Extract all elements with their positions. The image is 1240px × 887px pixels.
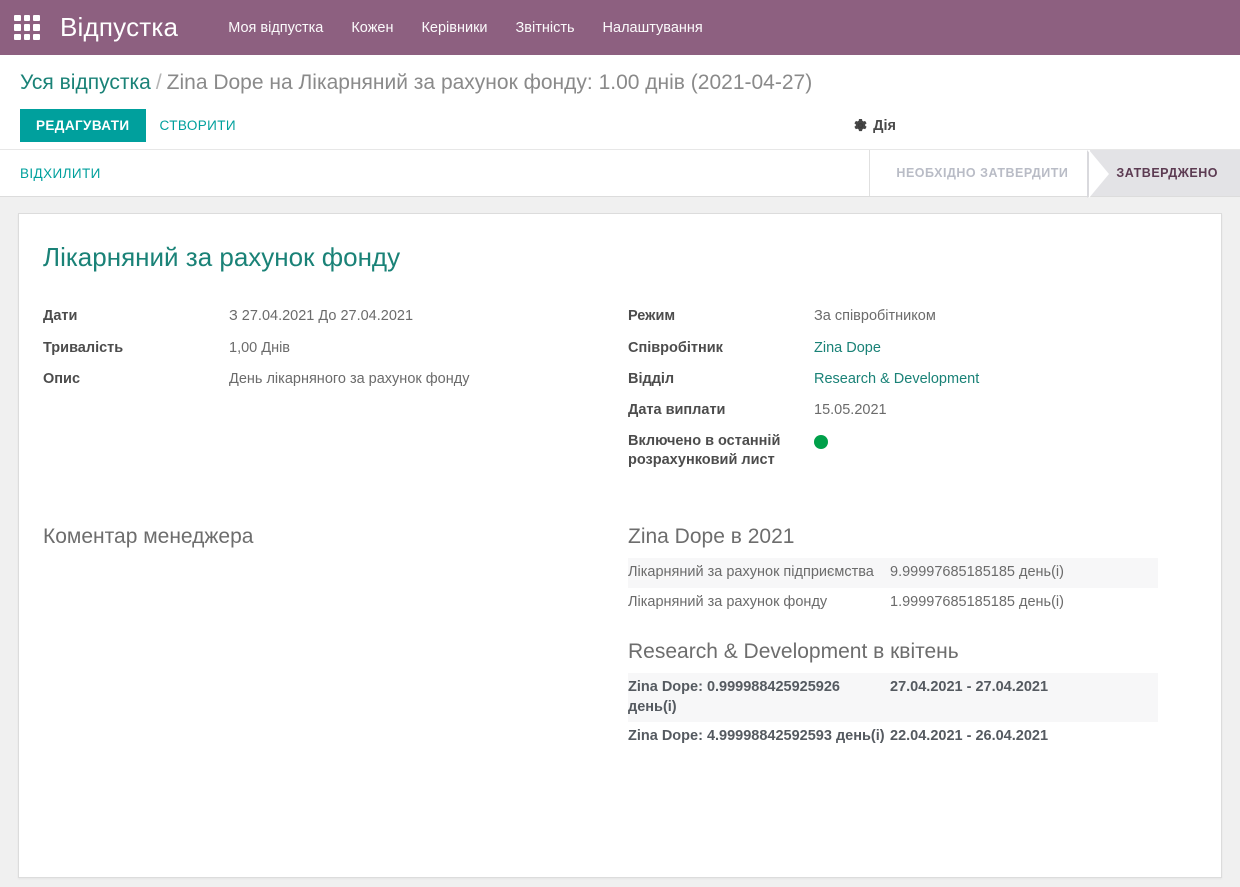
- field-value: З 27.04.2021 До 27.04.2021: [229, 307, 413, 326]
- action-toolbar: РЕДАГУВАТИ СТВОРИТИ Дія: [0, 102, 1240, 149]
- app-header: Відпустка Моя відпустка Кожен Керівники …: [0, 0, 1240, 55]
- status-stage-to-approve[interactable]: НЕОБХІДНО ЗАТВЕРДИТИ: [870, 150, 1090, 196]
- field-in-last-payslip: Включено в останній розрахунковий лист: [628, 432, 1197, 470]
- action-menu-button[interactable]: Дія: [853, 118, 896, 134]
- section-spacer: [628, 617, 1197, 639]
- main-nav: Моя відпустка Кожен Керівники Звітність …: [228, 20, 703, 36]
- nav-item-my-leave[interactable]: Моя відпустка: [228, 20, 323, 36]
- nav-item-reporting[interactable]: Звітність: [516, 20, 575, 36]
- field-mode: Режим За співробітником: [628, 307, 1197, 326]
- table-row: Zina Dope: 0.999988425925926 день(і) 27.…: [628, 673, 1158, 722]
- nav-item-configuration[interactable]: Налаштування: [603, 20, 703, 36]
- stats-year-table: Лікарняний за рахунок підприємства 9.999…: [628, 558, 1158, 617]
- apps-grid-cell: [24, 15, 31, 22]
- field-label: Опис: [43, 370, 229, 389]
- stats-row-value: 1.99997685185185 день(і): [890, 593, 1064, 612]
- manager-comment-section: Коментар менеджера: [43, 524, 620, 751]
- field-columns: Дати З 27.04.2021 До 27.04.2021 Триваліс…: [43, 307, 1197, 482]
- field-label: Відділ: [628, 370, 814, 389]
- apps-grid-cell: [14, 15, 21, 22]
- field-column-right: Режим За співробітником Співробітник Zin…: [620, 307, 1197, 482]
- stats-dept-title: Research & Development в квітень: [628, 639, 1197, 665]
- status-left-actions: ВІДХИЛИТИ: [0, 150, 869, 196]
- breadcrumb-root-link[interactable]: Уся відпустка: [20, 71, 151, 94]
- manager-comment-title: Коментар менеджера: [43, 524, 620, 550]
- status-toolbar: ВІДХИЛИТИ НЕОБХІДНО ЗАТВЕРДИТИ ЗАТВЕРДЖЕ…: [0, 149, 1240, 197]
- field-label: Співробітник: [628, 339, 814, 358]
- stats-dept-table: Zina Dope: 0.999988425925926 день(і) 27.…: [628, 673, 1158, 751]
- field-value: [814, 432, 828, 455]
- field-payout-date: Дата виплати 15.05.2021: [628, 401, 1197, 420]
- statistics-section: Zina Dope в 2021 Лікарняний за рахунок п…: [620, 524, 1197, 751]
- gear-icon: [853, 118, 868, 133]
- stats-year-title: Zina Dope в 2021: [628, 524, 1197, 550]
- breadcrumb-separator: /: [156, 71, 162, 94]
- status-stage-approved[interactable]: ЗАТВЕРДЖЕНО: [1090, 150, 1240, 196]
- status-stage-label: ЗАТВЕРДЖЕНО: [1116, 166, 1218, 180]
- lower-sections: Коментар менеджера Zina Dope в 2021 Ліка…: [43, 524, 1197, 751]
- table-row: Лікарняний за рахунок підприємства 9.999…: [628, 558, 1158, 587]
- field-value: День лікарняного за рахунок фонду: [229, 370, 469, 389]
- app-title: Відпустка: [60, 12, 178, 43]
- apps-grid-cell: [14, 34, 21, 41]
- status-badge-green-dot: [814, 435, 828, 449]
- status-stage-label: НЕОБХІДНО ЗАТВЕРДИТИ: [896, 166, 1068, 180]
- page-body: Лікарняний за рахунок фонду Дати З 27.04…: [0, 197, 1240, 878]
- field-label: Включено в останній розрахунковий лист: [628, 432, 814, 470]
- page-title: Лікарняний за рахунок фонду: [43, 242, 1197, 273]
- stats-row-value: 22.04.2021 - 26.04.2021: [890, 727, 1048, 746]
- status-stage-bar: НЕОБХІДНО ЗАТВЕРДИТИ ЗАТВЕРДЖЕНО: [869, 150, 1240, 196]
- table-row: Zina Dope: 4.99998842592593 день(і) 22.0…: [628, 722, 1158, 751]
- field-value-department-link[interactable]: Research & Development: [814, 370, 979, 389]
- field-employee: Співробітник Zina Dope: [628, 339, 1197, 358]
- field-label: Режим: [628, 307, 814, 326]
- field-value: За співробітником: [814, 307, 936, 326]
- action-menu-label: Дія: [873, 118, 896, 134]
- apps-grid-cell: [33, 15, 40, 22]
- field-label: Тривалість: [43, 339, 229, 358]
- apps-grid-cell: [33, 24, 40, 31]
- field-department: Відділ Research & Development: [628, 370, 1197, 389]
- table-row: Лікарняний за рахунок фонду 1.9999768518…: [628, 588, 1158, 617]
- breadcrumb-current: Zina Dope на Лікарняний за рахунок фонду…: [167, 71, 813, 94]
- stats-row-name: Zina Dope: 0.999988425925926 день(і): [628, 678, 890, 717]
- reject-button[interactable]: ВІДХИЛИТИ: [20, 166, 101, 181]
- apps-grid-cell: [14, 24, 21, 31]
- apps-grid-cell: [33, 34, 40, 41]
- stats-row-value: 27.04.2021 - 27.04.2021: [890, 678, 1048, 697]
- field-duration: Тривалість 1,00 Днів: [43, 339, 620, 358]
- apps-grid-cell: [24, 24, 31, 31]
- stats-row-value: 9.99997685185185 день(і): [890, 563, 1064, 582]
- field-column-left: Дати З 27.04.2021 До 27.04.2021 Триваліс…: [43, 307, 620, 482]
- field-value-employee-link[interactable]: Zina Dope: [814, 339, 881, 358]
- field-description: Опис День лікарняного за рахунок фонду: [43, 370, 620, 389]
- stats-row-name: Zina Dope: 4.99998842592593 день(і): [628, 727, 890, 746]
- breadcrumb: Уся відпустка/Zina Dope на Лікарняний за…: [0, 55, 1240, 102]
- edit-button[interactable]: РЕДАГУВАТИ: [20, 109, 146, 142]
- apps-grid-cell: [24, 34, 31, 41]
- field-dates: Дати З 27.04.2021 До 27.04.2021: [43, 307, 620, 326]
- nav-item-managers[interactable]: Керівники: [421, 20, 487, 36]
- record-sheet: Лікарняний за рахунок фонду Дати З 27.04…: [18, 213, 1222, 878]
- field-value: 1,00 Днів: [229, 339, 290, 358]
- field-value: 15.05.2021: [814, 401, 887, 420]
- field-label: Дати: [43, 307, 229, 326]
- field-label: Дата виплати: [628, 401, 814, 420]
- apps-grid-icon[interactable]: [14, 15, 40, 41]
- stats-row-name: Лікарняний за рахунок фонду: [628, 593, 890, 612]
- stats-row-name: Лікарняний за рахунок підприємства: [628, 563, 890, 582]
- nav-item-everyone[interactable]: Кожен: [351, 20, 393, 36]
- create-button[interactable]: СТВОРИТИ: [146, 109, 250, 142]
